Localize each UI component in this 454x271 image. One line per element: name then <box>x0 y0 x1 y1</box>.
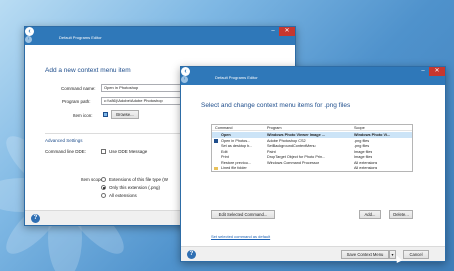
window-title: Default Programs Editor <box>59 35 102 40</box>
scope-option-this-extension: Only this extension (.png) <box>109 185 161 190</box>
back-arrow-icon[interactable]: ‹ <box>181 67 190 76</box>
help-icon[interactable]: ? <box>31 214 40 223</box>
forward-arrow-icon[interactable]: › <box>25 36 32 43</box>
save-context-menu-button[interactable]: Save Context Menu <box>341 250 389 259</box>
scope-option-file-type: Extensions of this file type (W <box>109 177 169 182</box>
command-line-dde-label: Command line DDE: <box>45 149 87 154</box>
delete-button[interactable]: Delete... <box>389 210 413 219</box>
use-dde-label: Use DDE Message <box>109 149 148 154</box>
minimize-button[interactable]: – <box>419 68 427 75</box>
title-bar: ‹ › Default Programs Editor – ✕ <box>181 67 445 85</box>
command-name-label: Command name: <box>61 86 96 91</box>
status-bar: ? Save Context Menu ▾ Cancel <box>181 246 445 261</box>
page-heading: Add a new context menu item <box>45 67 131 74</box>
set-default-link[interactable]: Set selected command as default <box>211 234 270 239</box>
forward-arrow-icon[interactable]: › <box>181 76 188 83</box>
browse-button[interactable]: Browse... <box>111 110 139 119</box>
page-heading: Select and change context menu items for… <box>201 102 351 109</box>
table-header-row: Command Program Scope <box>212 125 412 131</box>
close-button[interactable]: ✕ <box>279 27 295 36</box>
context-menu-table[interactable]: Command Program Scope Open Windows Photo… <box>211 124 413 172</box>
row-scope: All extensions <box>354 166 378 170</box>
table-row[interactable]: Lined file folder All extensions <box>212 165 412 171</box>
scope-radio-all-extensions[interactable] <box>101 193 106 198</box>
row-command: Lined file folder <box>221 166 247 170</box>
add-button[interactable]: Add... <box>359 210 381 219</box>
photoshop-icon <box>103 112 108 117</box>
close-button[interactable]: ✕ <box>429 67 445 76</box>
title-bar: ‹ › Default Programs Editor – ✕ <box>25 27 295 45</box>
back-arrow-icon[interactable]: ‹ <box>25 27 34 36</box>
window-title: Default Programs Editor <box>215 75 258 80</box>
folder-icon <box>214 166 218 170</box>
advanced-settings-label: Advanced Settings <box>45 138 83 143</box>
context-menu-editor-window: ‹ › Default Programs Editor – ✕ Select a… <box>180 66 446 262</box>
program-path-label: Program path: <box>62 99 91 104</box>
edit-selected-command-button[interactable]: Edit Selected Command... <box>211 210 275 219</box>
column-header-command[interactable]: Command <box>215 125 233 131</box>
help-icon[interactable]: ? <box>187 250 196 259</box>
column-header-program[interactable]: Program <box>267 125 282 131</box>
item-icon-label: Item icon: <box>73 113 93 118</box>
cancel-button[interactable]: Cancel <box>403 250 429 259</box>
minimize-button[interactable]: – <box>269 28 277 35</box>
use-dde-checkbox[interactable] <box>101 149 106 154</box>
scope-option-all-extensions: All extensions <box>109 193 137 198</box>
photoshop-icon <box>214 138 218 143</box>
column-header-scope[interactable]: Scope <box>354 125 365 131</box>
scope-radio-this-extension[interactable] <box>101 185 106 190</box>
scope-radio-file-type[interactable] <box>101 177 106 182</box>
